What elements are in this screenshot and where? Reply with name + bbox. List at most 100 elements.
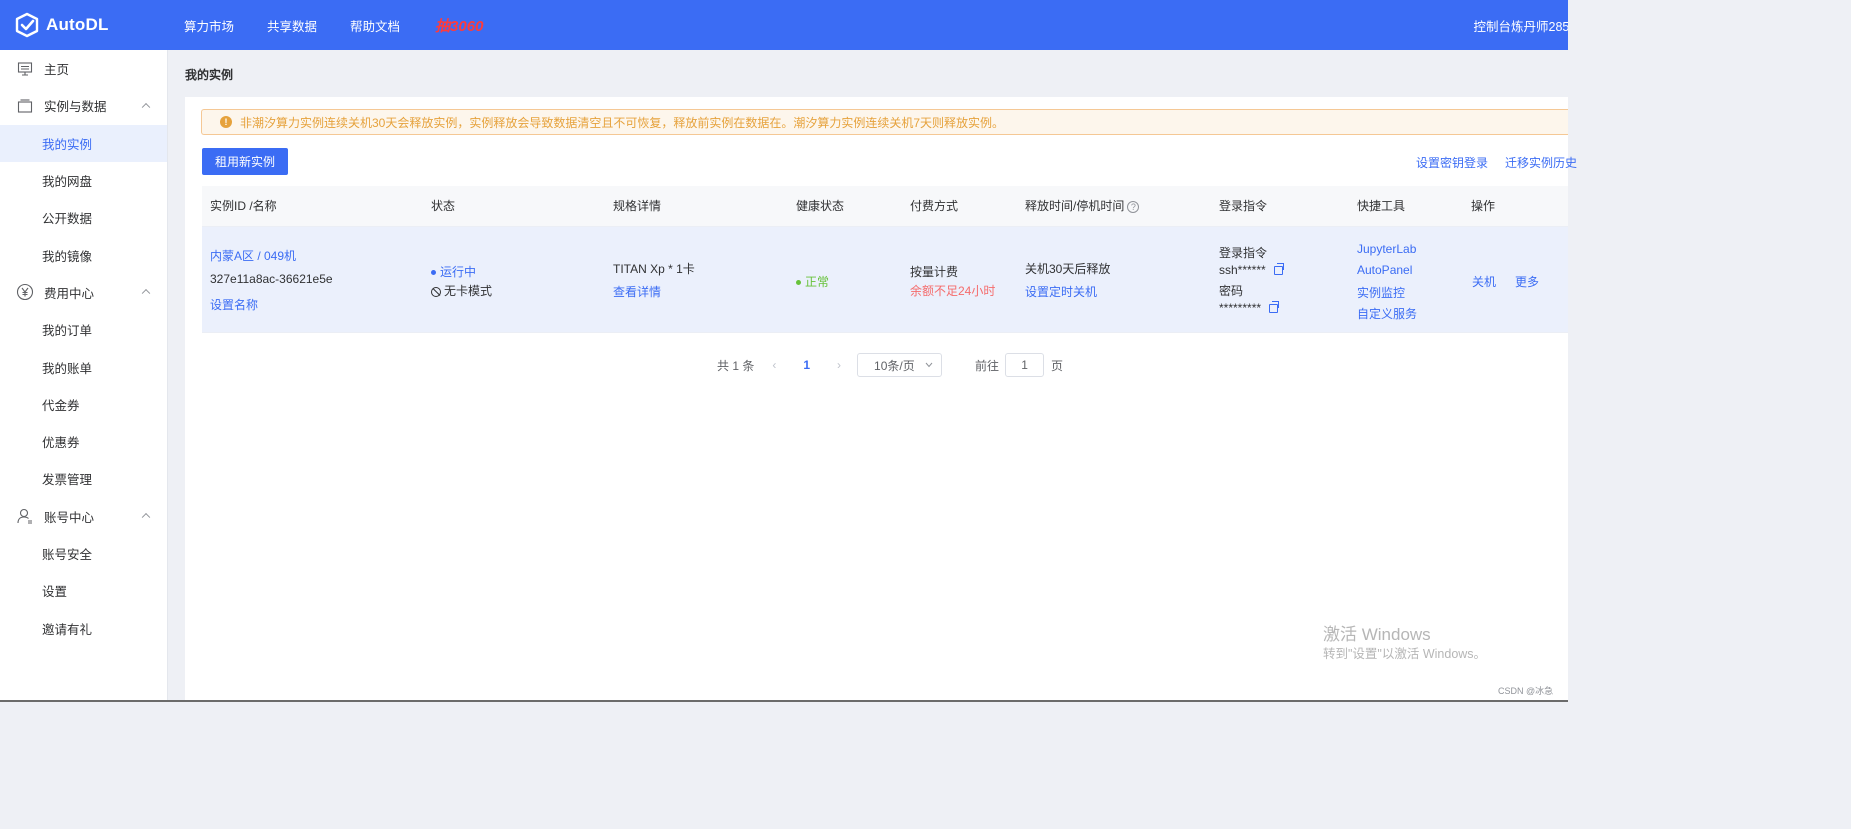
spec-value: TITAN Xp * 1卡: [613, 262, 695, 276]
more-actions-button[interactable]: 更多: [1515, 273, 1539, 290]
ban-icon: [431, 286, 441, 297]
instance-id: 327e11a8ac-36621e5e: [210, 272, 333, 286]
page-suffix: 页: [1051, 358, 1064, 373]
page-size-value: 10条/页: [874, 358, 915, 373]
nav-promo-3060[interactable]: 抽3060: [435, 15, 483, 36]
goto-label: 前往: [975, 358, 1000, 373]
sidebar-group-instances[interactable]: 实例与数据: [0, 87, 167, 124]
autodl-logo-icon: [15, 12, 39, 38]
page-number-current[interactable]: 1: [803, 358, 810, 372]
sidebar-item-invite[interactable]: 邀请有礼: [0, 609, 167, 646]
sidebar-item-my-instances[interactable]: 我的实例: [0, 124, 167, 162]
set-name-link[interactable]: 设置名称: [210, 296, 258, 313]
yen-icon: [16, 283, 34, 301]
windows-activation-title: 激活 Windows: [1323, 625, 1431, 644]
user-menu[interactable]: 炼丹师285: [1511, 16, 1568, 35]
sidebar-item-public-data[interactable]: 公开数据: [0, 199, 167, 236]
region-link[interactable]: 内蒙A区 / 049机: [210, 247, 296, 264]
logo-text: AutoDL: [46, 15, 109, 34]
status-running: 运行中: [431, 263, 476, 280]
nav-help-docs[interactable]: 帮助文档: [350, 16, 400, 35]
top-navbar: AutoDL 算力市场 共享数据 帮助文档 抽3060 控制台 炼丹师285: [0, 0, 1568, 50]
gpu-free-mode: 无卡模式: [431, 282, 492, 299]
bottom-border: [0, 700, 1568, 702]
migrate-history-link[interactable]: 迁移实例历史: [1505, 154, 1577, 171]
sidebar-item-settings[interactable]: 设置: [0, 572, 167, 609]
top-nav: 算力市场 共享数据 帮助文档 抽3060: [184, 15, 483, 36]
stack-icon: [16, 97, 34, 115]
health-status-text: 正常: [805, 275, 830, 289]
tool-autopanel-link[interactable]: AutoPanel: [1357, 263, 1412, 277]
sidebar-item-label: 费用中心: [44, 286, 95, 301]
status-running-text: 运行中: [440, 265, 477, 279]
logo[interactable]: AutoDL: [0, 12, 168, 38]
page-title: 我的实例: [185, 68, 234, 82]
top-right-menu: 控制台 炼丹师285: [1473, 0, 1568, 50]
balance-warning: 余额不足24小时: [910, 284, 996, 298]
set-key-login-link[interactable]: 设置密钥登录: [1416, 154, 1488, 171]
total-count: 共 1 条: [717, 358, 755, 373]
login-command-label: 登录指令: [1219, 246, 1268, 260]
nav-shared-data[interactable]: 共享数据: [267, 16, 317, 35]
col-status: 状态: [431, 199, 456, 213]
sidebar-item-vouchers[interactable]: 代金券: [0, 386, 167, 423]
tool-monitor-link[interactable]: 实例监控: [1357, 284, 1405, 301]
warning-alert: ! 非潮汐算力实例连续关机30天会释放实例，实例释放会导致数据清空且不可恢复，释…: [201, 109, 1568, 135]
chevron-up-icon: [141, 289, 151, 298]
sidebar-item-my-orders[interactable]: 我的订单: [0, 311, 167, 348]
warning-icon: !: [220, 116, 232, 128]
sidebar-item-invoices[interactable]: 发票管理: [0, 460, 167, 497]
col-billing: 付费方式: [910, 199, 959, 213]
copy-icon[interactable]: [1273, 263, 1284, 276]
col-id-name: 实例ID /名称: [210, 199, 277, 213]
sidebar-item-home[interactable]: 主页: [0, 50, 167, 87]
view-details-link[interactable]: 查看详情: [613, 283, 661, 300]
next-page-icon[interactable]: ›: [837, 358, 841, 372]
sidebar-group-account[interactable]: 账号中心: [0, 498, 167, 535]
warning-alert-text: 非潮汐算力实例连续关机30天会释放实例，实例释放会导致数据清空且不可恢复，释放前…: [240, 115, 1005, 130]
status-dot-icon: [431, 270, 436, 276]
rent-new-instance-button[interactable]: 租用新实例: [202, 148, 288, 175]
nav-compute-market[interactable]: 算力市场: [184, 16, 234, 35]
password-value: *********: [1219, 301, 1280, 315]
goto-page-input[interactable]: 1: [1005, 353, 1045, 377]
col-release-time-label: 释放时间/停机时间: [1025, 199, 1125, 213]
gpu-free-mode-text: 无卡模式: [444, 284, 493, 298]
ssh-command-text: ssh******: [1219, 263, 1266, 277]
page-size-select[interactable]: 10条/页: [857, 353, 943, 377]
col-health: 健康状态: [796, 199, 845, 213]
col-actions: 操作: [1471, 199, 1496, 213]
sidebar-item-my-bills[interactable]: 我的账单: [0, 348, 167, 385]
sidebar: 主页 实例与数据 我的实例 我的网盘 公开数据 我的镜像 费用中心 我的订单 我…: [0, 50, 168, 702]
sidebar-item-label: 账号中心: [44, 510, 95, 525]
chevron-up-icon: [141, 513, 151, 522]
chevron-down-icon: [925, 362, 933, 368]
tool-custom-service-link[interactable]: 自定义服务: [1357, 305, 1417, 322]
billing-type: 按量计费: [910, 265, 959, 279]
timed-shutdown-link[interactable]: 设置定时关机: [1025, 283, 1097, 300]
user-icon: [16, 507, 34, 525]
ssh-command: ssh******: [1219, 263, 1284, 277]
help-icon[interactable]: ?: [1127, 200, 1140, 213]
chevron-up-icon: [141, 102, 151, 112]
password-value-text: *********: [1219, 301, 1262, 315]
sidebar-item-label: 主页: [44, 63, 70, 78]
sidebar-item-my-disk[interactable]: 我的网盘: [0, 162, 167, 199]
pagination: 共 1 条 ‹ 1 › 10条/页 前往 1 页: [717, 353, 1063, 377]
windows-activation-hint: 转到"设置"以激活 Windows。: [1323, 647, 1487, 661]
tool-jupyterlab-link[interactable]: JupyterLab: [1357, 242, 1416, 256]
sidebar-item-coupons[interactable]: 优惠券: [0, 423, 167, 460]
col-release-time: 释放时间/停机时间?: [1025, 186, 1140, 227]
console-link[interactable]: 控制台: [1473, 16, 1511, 35]
sidebar-group-billing[interactable]: 费用中心: [0, 274, 167, 311]
shutdown-button[interactable]: 关机: [1472, 273, 1496, 290]
table-header: 实例ID /名称 状态 规格详情 健康状态 付费方式 释放时间/停机时间? 登录…: [202, 186, 1568, 227]
sidebar-item-my-images[interactable]: 我的镜像: [0, 236, 167, 273]
sidebar-item-account-security[interactable]: 账号安全: [0, 535, 167, 572]
health-status: 正常: [796, 273, 829, 290]
copy-icon[interactable]: [1269, 301, 1280, 314]
prev-page-icon[interactable]: ‹: [772, 358, 776, 372]
col-login: 登录指令: [1219, 199, 1268, 213]
health-dot-icon: [796, 280, 801, 286]
password-label: 密码: [1219, 284, 1244, 298]
